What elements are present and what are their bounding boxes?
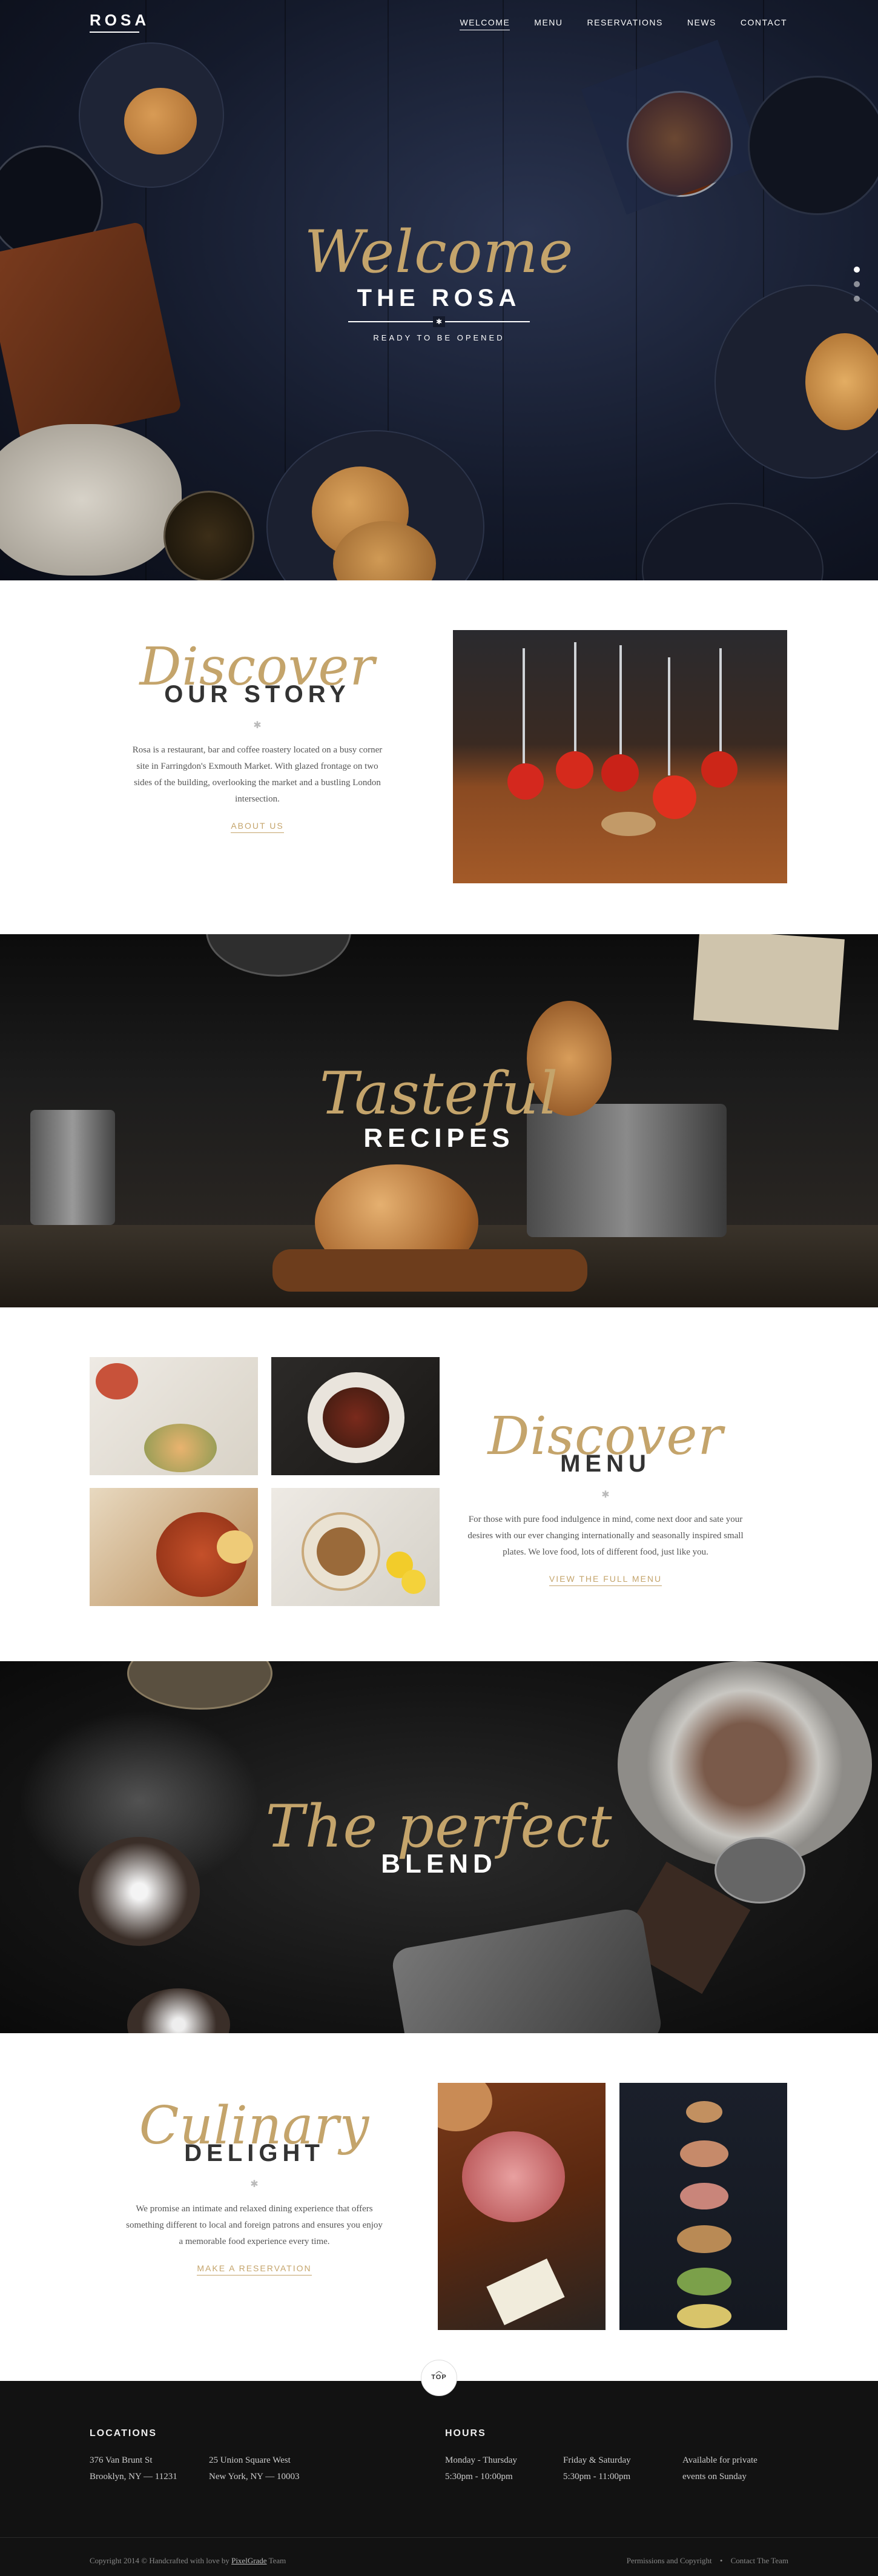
notes-image <box>693 934 845 1031</box>
tomato-appetizer-image <box>453 630 787 883</box>
copyright-prefix: Copyright 2014 © Handcrafted with love b… <box>90 2556 229 2565</box>
location-2: 25 Union Square West New York, NY — 1000… <box>209 2452 299 2485</box>
crinkle-cookie-image-2 <box>127 1988 230 2033</box>
hero-section: ROSA WELCOME MENU RESERVATIONS NEWS CONT… <box>0 0 878 580</box>
pixelgrade-link[interactable]: PixelGrade <box>231 2556 266 2565</box>
copyright-text: Copyright 2014 © Handcrafted with love b… <box>90 2556 286 2566</box>
cookie-jar-image <box>127 1661 272 1710</box>
hours-weekend: Friday & Saturday 5:30pm - 11:00pm <box>563 2452 631 2485</box>
star-icon: ✱ <box>601 1490 610 1500</box>
recipes-banner: Tasteful RECIPES <box>0 934 878 1307</box>
glass-image <box>163 491 254 580</box>
star-icon: ✱ <box>250 2179 259 2189</box>
make-reservation-link[interactable]: MAKE A RESERVATION <box>197 2263 312 2276</box>
soup-lemon-image <box>271 1488 440 1606</box>
star-icon: ✱ <box>433 316 445 327</box>
permissions-link[interactable]: Permissions and Copyright <box>627 2556 712 2565</box>
hours-private-line-1: Available for private <box>682 2455 758 2465</box>
culinary-text-block: Culinary DELIGHT ✱ We promise an intimat… <box>106 2100 403 2276</box>
colander-image <box>206 934 351 977</box>
menu-text-block: Discover MENU ✱ For those with pure food… <box>466 1410 745 1586</box>
back-to-top-label: TOP <box>431 2374 447 2381</box>
baking-tray-image <box>390 1907 664 2033</box>
nav-reservations[interactable]: RESERVATIONS <box>587 18 663 30</box>
bruschetta-image <box>619 2083 787 2330</box>
contact-team-link[interactable]: Contact The Team <box>731 2556 788 2565</box>
story-text-block: Discover OUR STORY ✱ Rosa is a restauran… <box>109 641 406 833</box>
location-1-street: 376 Van Brunt St <box>90 2455 153 2465</box>
hours-weekday: Monday - Thursday 5:30pm - 10:00pm <box>445 2452 517 2485</box>
slider-dot-2[interactable] <box>854 281 860 287</box>
hours-heading: HOURS <box>445 2428 486 2438</box>
view-full-menu-link[interactable]: VIEW THE FULL MENU <box>549 1574 662 1586</box>
hours-weekday-days: Monday - Thursday <box>445 2455 517 2465</box>
pastry-image <box>805 333 878 430</box>
footer-divider <box>0 2537 878 2538</box>
copyright-suffix: Team <box>268 2556 286 2565</box>
site-footer: LOCATIONS 376 Van Brunt St Brooklyn, NY … <box>0 2381 878 2576</box>
slider-dot-3[interactable] <box>854 296 860 302</box>
story-section: Discover OUR STORY ✱ Rosa is a restauran… <box>0 580 878 934</box>
blend-title: BLEND <box>381 1849 497 1879</box>
separator-dot: • <box>719 2556 723 2565</box>
menu-section: Discover MENU ✱ For those with pure food… <box>0 1307 878 1661</box>
nav-welcome[interactable]: WELCOME <box>460 18 510 30</box>
hours-private: Available for private events on Sunday <box>682 2452 758 2485</box>
cutting-board-image <box>272 1249 587 1292</box>
hero-subtitle: READY TO BE OPENED <box>373 333 505 342</box>
location-2-city: New York, NY — 10003 <box>209 2472 300 2481</box>
salad-dish-image <box>90 1357 258 1475</box>
top-navigation: ROSA WELCOME MENU RESERVATIONS NEWS CONT… <box>0 0 878 46</box>
blend-script-title: The perfect <box>265 1793 613 1861</box>
recipes-title: RECIPES <box>363 1123 515 1153</box>
culinary-text: We promise an intimate and relaxed dinin… <box>126 2204 383 2246</box>
culinary-section: Culinary DELIGHT ✱ We promise an intimat… <box>0 2033 878 2381</box>
main-menu: WELCOME MENU RESERVATIONS NEWS CONTACT <box>460 18 787 30</box>
location-2-street: 25 Union Square West <box>209 2455 291 2465</box>
nav-contact[interactable]: CONTACT <box>741 18 787 30</box>
napkin-image <box>581 39 764 215</box>
site-logo[interactable]: ROSA <box>90 11 150 33</box>
hero-title: THE ROSA <box>357 285 521 311</box>
stew-dish-image <box>90 1488 258 1606</box>
menu-text: For those with pure food indulgence in m… <box>467 1515 744 1557</box>
steak-dish-image <box>271 1357 440 1475</box>
about-us-link[interactable]: ABOUT US <box>231 821 284 833</box>
slider-dot-1[interactable] <box>854 267 860 273</box>
slider-dots <box>854 267 860 302</box>
location-1: 376 Van Brunt St Brooklyn, NY — 11231 <box>90 2452 177 2485</box>
recipes-script-title: Tasteful <box>319 1060 559 1127</box>
cookie-image <box>124 88 197 154</box>
hero-script-title: Welcome <box>304 218 574 286</box>
nut-bowl-image <box>748 76 878 215</box>
hours-private-line-2: events on Sunday <box>682 2472 747 2481</box>
hours-weekday-time: 5:30pm - 10:00pm <box>445 2472 513 2481</box>
footer-links: Permissions and Copyright • Contact The … <box>627 2556 788 2566</box>
locations-heading: LOCATIONS <box>90 2428 157 2438</box>
back-to-top-button[interactable]: ︿ TOP <box>421 2360 457 2396</box>
chevron-up-icon: ︿ <box>435 2366 443 2375</box>
nav-menu[interactable]: MENU <box>534 18 563 30</box>
hours-weekend-time: 5:30pm - 11:00pm <box>563 2472 631 2481</box>
charcuterie-image <box>438 2083 606 2330</box>
fur-image <box>0 424 182 576</box>
location-1-city: Brooklyn, NY — 11231 <box>90 2472 177 2481</box>
hours-weekend-days: Friday & Saturday <box>563 2455 631 2465</box>
star-icon: ✱ <box>253 720 262 731</box>
nav-news[interactable]: NEWS <box>687 18 716 30</box>
blend-banner: The perfect BLEND <box>0 1661 878 2033</box>
story-text: Rosa is a restaurant, bar and coffee roa… <box>132 745 383 804</box>
